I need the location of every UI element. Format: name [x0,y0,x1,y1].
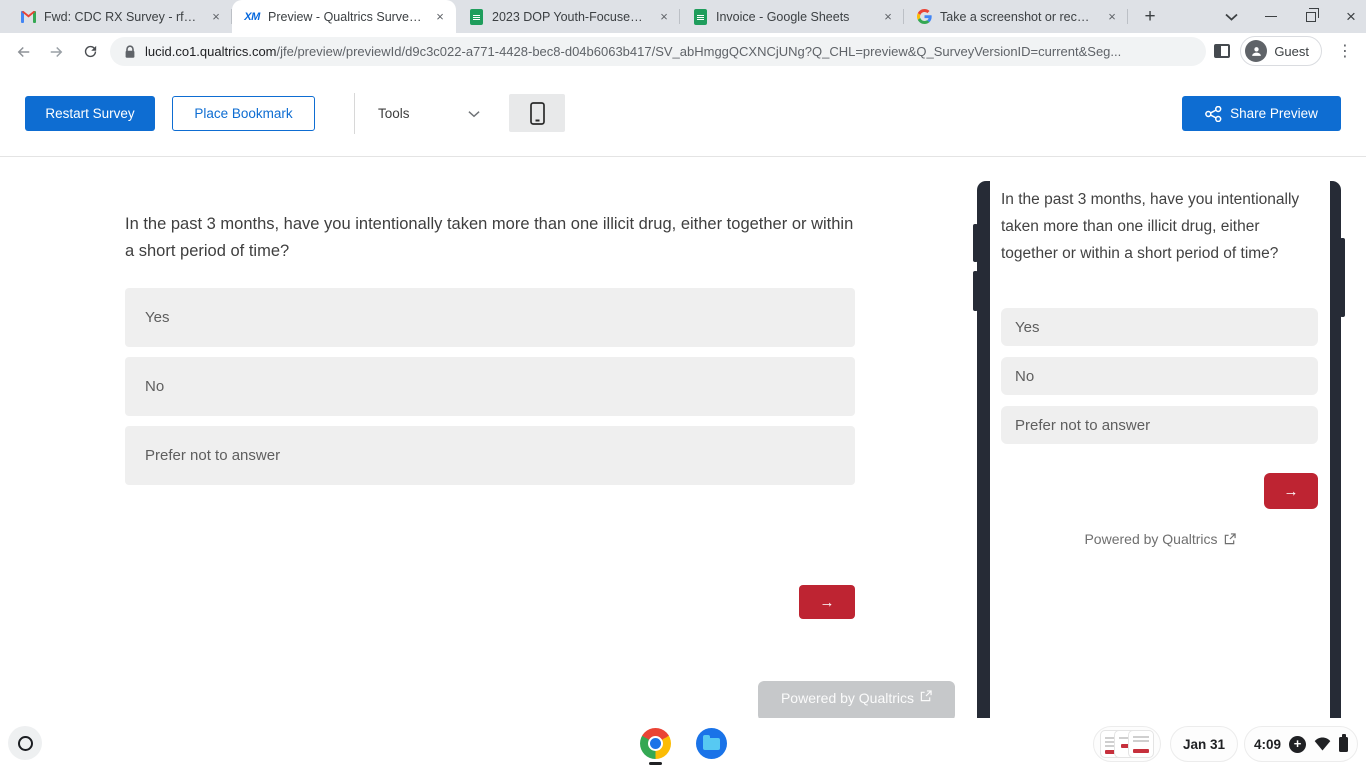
holding-space-tray[interactable] [1093,726,1161,762]
reload-icon[interactable] [76,38,104,66]
powered-by-qualtrics-badge[interactable]: Powered by Qualtrics [758,681,955,721]
option-no[interactable]: No [125,357,855,416]
mobile-survey-question: In the past 3 months, have you intention… [1001,191,1300,262]
window-close-button[interactable]: × [1342,8,1360,26]
tab-list-chevron-icon[interactable] [1222,8,1240,26]
tab-title: Take a screenshot or record yo [940,9,1096,24]
wifi-icon [1314,737,1331,751]
google-icon [916,9,932,25]
external-link-icon [920,690,932,702]
option-yes[interactable]: Yes [125,288,855,347]
minimize-button[interactable] [1262,8,1280,26]
restore-button[interactable] [1302,7,1320,26]
tools-dropdown[interactable]: Tools [378,96,480,131]
toolbar-divider [354,93,355,134]
preview-toolbar: Restart Survey Place Bookmark Tools Shar… [0,70,1366,157]
tab-title: Invoice - Google Sheets [716,9,850,24]
tab-strip: Fwd: CDC RX Survey - rfrimpon × XM Previ… [0,0,1366,33]
launcher-button[interactable] [8,726,42,760]
phone-frame-left [977,181,990,768]
phone-volume-button [973,224,978,262]
mobile-option-yes[interactable]: Yes [1001,308,1318,346]
lock-icon [125,44,135,58]
gmail-icon [20,9,36,25]
tools-label: Tools [378,106,410,121]
tab-close-icon[interactable]: × [656,9,672,25]
notification-count-icon: + [1289,735,1307,753]
url-text: lucid.co1.qualtrics.com/jfe/preview/prev… [145,44,1122,59]
tab-close-icon[interactable]: × [432,9,448,25]
next-button[interactable]: → [799,585,855,619]
new-tab-button[interactable]: + [1136,3,1164,31]
back-icon[interactable] [10,38,38,66]
tab-sheets-invoice[interactable]: Invoice - Google Sheets × [680,0,904,33]
tab-title: Fwd: CDC RX Survey - rfrimpon [44,9,200,24]
tab-google-search[interactable]: Take a screenshot or record yo × [904,0,1128,33]
tab-title: Preview - Qualtrics Survey | Qu [268,9,424,24]
share-icon [1205,105,1222,122]
tab-close-icon[interactable]: × [1104,9,1120,25]
powered-by-label: Powered by Qualtrics [780,690,915,706]
sheets-icon [468,8,484,25]
battery-icon [1339,734,1349,752]
tab-title: 2023 DOP Youth-Focused Env [492,9,648,24]
share-preview-label: Share Preview [1230,106,1318,121]
tab-sheets-dop[interactable]: 2023 DOP Youth-Focused Env × [456,0,680,33]
phone-power-button [1340,238,1345,317]
sheets-icon [692,8,708,25]
launcher-icon [17,735,33,751]
screenshot-thumbnail [1128,730,1154,758]
status-tray[interactable]: 4:09 + [1244,726,1358,762]
phone-volume-button [973,271,978,311]
browser-toolbar: lucid.co1.qualtrics.com/jfe/preview/prev… [0,33,1366,70]
mobile-next-button[interactable]: → [1264,473,1318,509]
tab-close-icon[interactable]: × [208,9,224,25]
mobile-option-prefer-not-to-answer[interactable]: Prefer not to answer [1001,406,1318,444]
files-app-icon[interactable] [696,728,727,759]
chevron-down-icon [467,110,480,117]
forward-icon[interactable] [42,38,70,66]
tab-qualtrics-preview[interactable]: XM Preview - Qualtrics Survey | Qu × [232,0,456,33]
clock-label: 4:09 [1253,736,1282,752]
browser-menu-icon[interactable]: ⋮ [1332,41,1358,61]
powered-by-label: Powered by Qualtrics [1084,531,1218,547]
address-bar[interactable]: lucid.co1.qualtrics.com/jfe/preview/prev… [110,37,1206,66]
option-prefer-not-to-answer[interactable]: Prefer not to answer [125,426,855,485]
restart-survey-button[interactable]: Restart Survey [25,96,155,131]
external-link-icon [1224,533,1236,545]
shelf: Jan 31 4:09 + [0,718,1366,768]
mobile-device-toggle-button[interactable] [509,94,565,132]
date-label: Jan 31 [1182,736,1226,752]
side-panel-icon[interactable] [1214,44,1231,58]
mobile-option-no[interactable]: No [1001,357,1318,395]
calendar-date-button[interactable]: Jan 31 [1170,726,1238,762]
survey-question: In the past 3 months, have you intention… [125,215,854,260]
tab-gmail[interactable]: Fwd: CDC RX Survey - rfrimpon × [8,0,232,33]
phone-icon [529,101,545,125]
guest-profile-button[interactable]: Guest [1240,36,1322,66]
mobile-powered-by-qualtrics[interactable]: Powered by Qualtrics [990,531,1330,547]
place-bookmark-button[interactable]: Place Bookmark [172,96,315,131]
xm-icon: XM [244,10,260,23]
share-preview-button[interactable]: Share Preview [1182,96,1341,131]
avatar [1245,40,1268,62]
running-app-indicator [649,762,662,765]
guest-label: Guest [1274,43,1309,59]
tab-close-icon[interactable]: × [880,9,896,25]
chrome-app-icon[interactable] [640,728,671,759]
